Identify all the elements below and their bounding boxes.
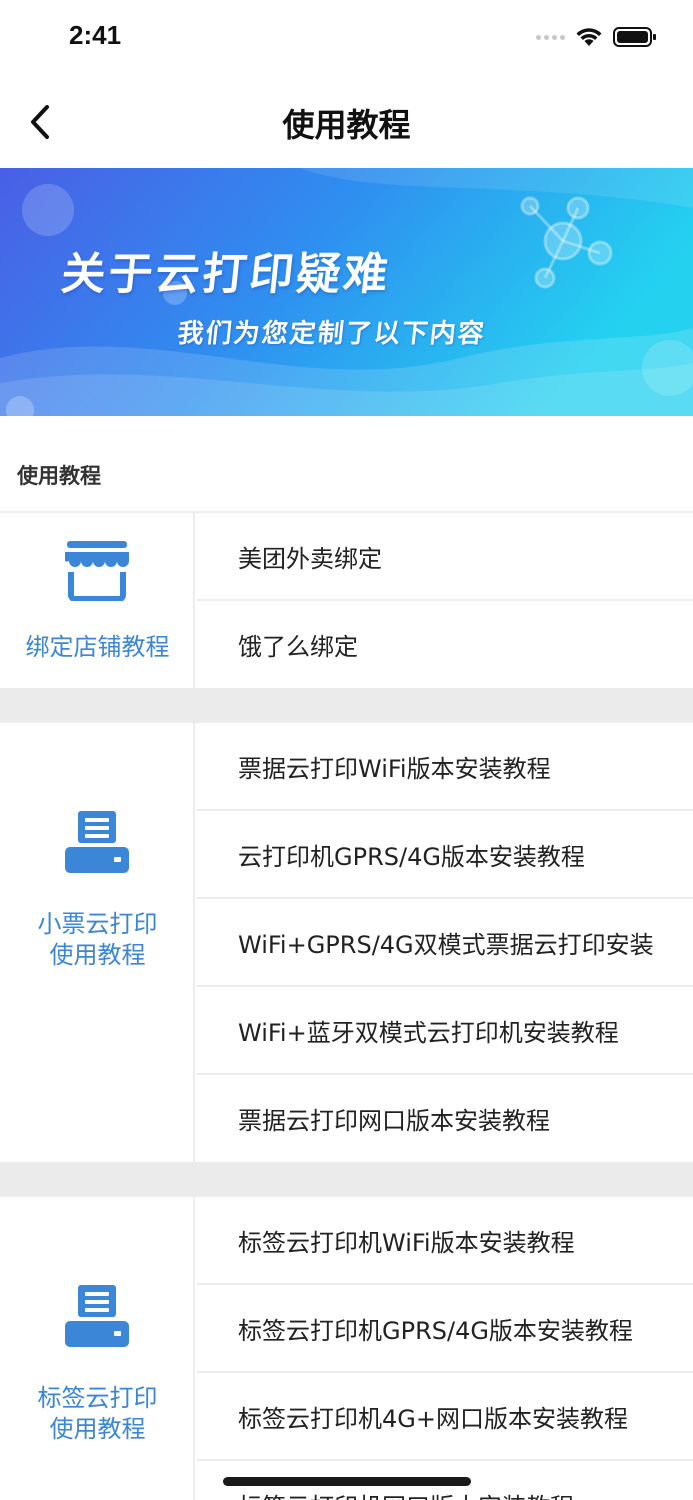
- list-item[interactable]: WiFi+蓝牙双模式云打印机安装教程: [197, 987, 693, 1075]
- category-bind-store-tile[interactable]: 绑定店铺教程: [0, 513, 195, 688]
- list-item[interactable]: 云打印机GPRS/4G版本安装教程: [197, 811, 693, 899]
- list-item-label: 标签云打印机GPRS/4G版本安装教程: [238, 1317, 633, 1345]
- category-label-print: 标签云打印 使用教程 标签云打印机WiFi版本安装教程 标签云打印机GPRS/4…: [0, 1195, 693, 1500]
- list-item[interactable]: 美团外卖绑定: [197, 513, 693, 601]
- category-label-line: 小票云打印: [37, 910, 158, 938]
- list-item-label: WiFi+GPRS/4G双模式票据云打印安装: [238, 931, 654, 959]
- category-label-line: 标签云打印: [37, 1384, 158, 1412]
- list-item-label: 标签云打印机网口版本安装教程: [238, 1487, 574, 1500]
- banner-subtitle: 我们为您定制了以下内容: [176, 319, 488, 349]
- printer-icon: [65, 811, 129, 873]
- list-item[interactable]: 票据云打印网口版本安装教程: [197, 1075, 693, 1163]
- status-bar: 2:41: [0, 0, 693, 76]
- category-label-line: 使用教程: [49, 941, 146, 969]
- section-header-label: 使用教程: [17, 464, 101, 488]
- category-label-line: 使用教程: [49, 1415, 146, 1443]
- cellular-signal-icon: [536, 34, 565, 40]
- status-icons: [536, 26, 657, 48]
- list-item-label: 美团外卖绑定: [238, 545, 382, 573]
- list-item[interactable]: 饿了么绑定: [197, 601, 693, 689]
- navigation-bar: 使用教程: [0, 76, 693, 168]
- list-item[interactable]: 标签云打印机GPRS/4G版本安装教程: [197, 1285, 693, 1373]
- list-item-label: 云打印机GPRS/4G版本安装教程: [238, 843, 585, 871]
- category-receipt-print-label: 小票云打印 使用教程: [0, 909, 193, 971]
- category-bind-store: 绑定店铺教程 美团外卖绑定 饿了么绑定: [0, 511, 693, 688]
- list-item-label: 标签云打印机4G+网口版本安装教程: [238, 1405, 628, 1433]
- battery-icon: [613, 27, 656, 47]
- category-bind-store-label: 绑定店铺教程: [25, 633, 170, 661]
- status-time: 2:41: [69, 20, 122, 50]
- list-item-label: 票据云打印WiFi版本安装教程: [238, 755, 551, 783]
- section-divider: [0, 688, 693, 721]
- page-title: 使用教程: [282, 106, 411, 144]
- section-divider: [0, 1162, 693, 1195]
- category-receipt-print-tile[interactable]: 小票云打印 使用教程: [0, 723, 195, 1162]
- category-label-print-tile[interactable]: 标签云打印 使用教程: [0, 1197, 195, 1500]
- wifi-icon: [576, 28, 602, 46]
- section-header: 使用教程: [0, 416, 693, 512]
- list-item-label: WiFi+蓝牙双模式云打印机安装教程: [238, 1019, 619, 1047]
- category-receipt-print: 小票云打印 使用教程 票据云打印WiFi版本安装教程 云打印机GPRS/4G版本…: [0, 721, 693, 1162]
- home-indicator[interactable]: [223, 1477, 471, 1486]
- list-item[interactable]: WiFi+GPRS/4G双模式票据云打印安装: [197, 899, 693, 987]
- storefront-icon: [65, 541, 129, 601]
- list-item-label: 饿了么绑定: [238, 633, 358, 661]
- list-item[interactable]: 票据云打印WiFi版本安装教程: [197, 723, 693, 811]
- list-item[interactable]: 标签云打印机4G+网口版本安装教程: [197, 1373, 693, 1461]
- list-item[interactable]: 标签云打印机WiFi版本安装教程: [197, 1197, 693, 1285]
- list-item-label: 标签云打印机WiFi版本安装教程: [238, 1229, 575, 1257]
- banner-title: 关于云打印疑难: [58, 249, 394, 300]
- printer-icon: [65, 1285, 129, 1347]
- list-item-label: 票据云打印网口版本安装教程: [238, 1107, 550, 1135]
- category-label-print-label: 标签云打印 使用教程: [0, 1383, 193, 1445]
